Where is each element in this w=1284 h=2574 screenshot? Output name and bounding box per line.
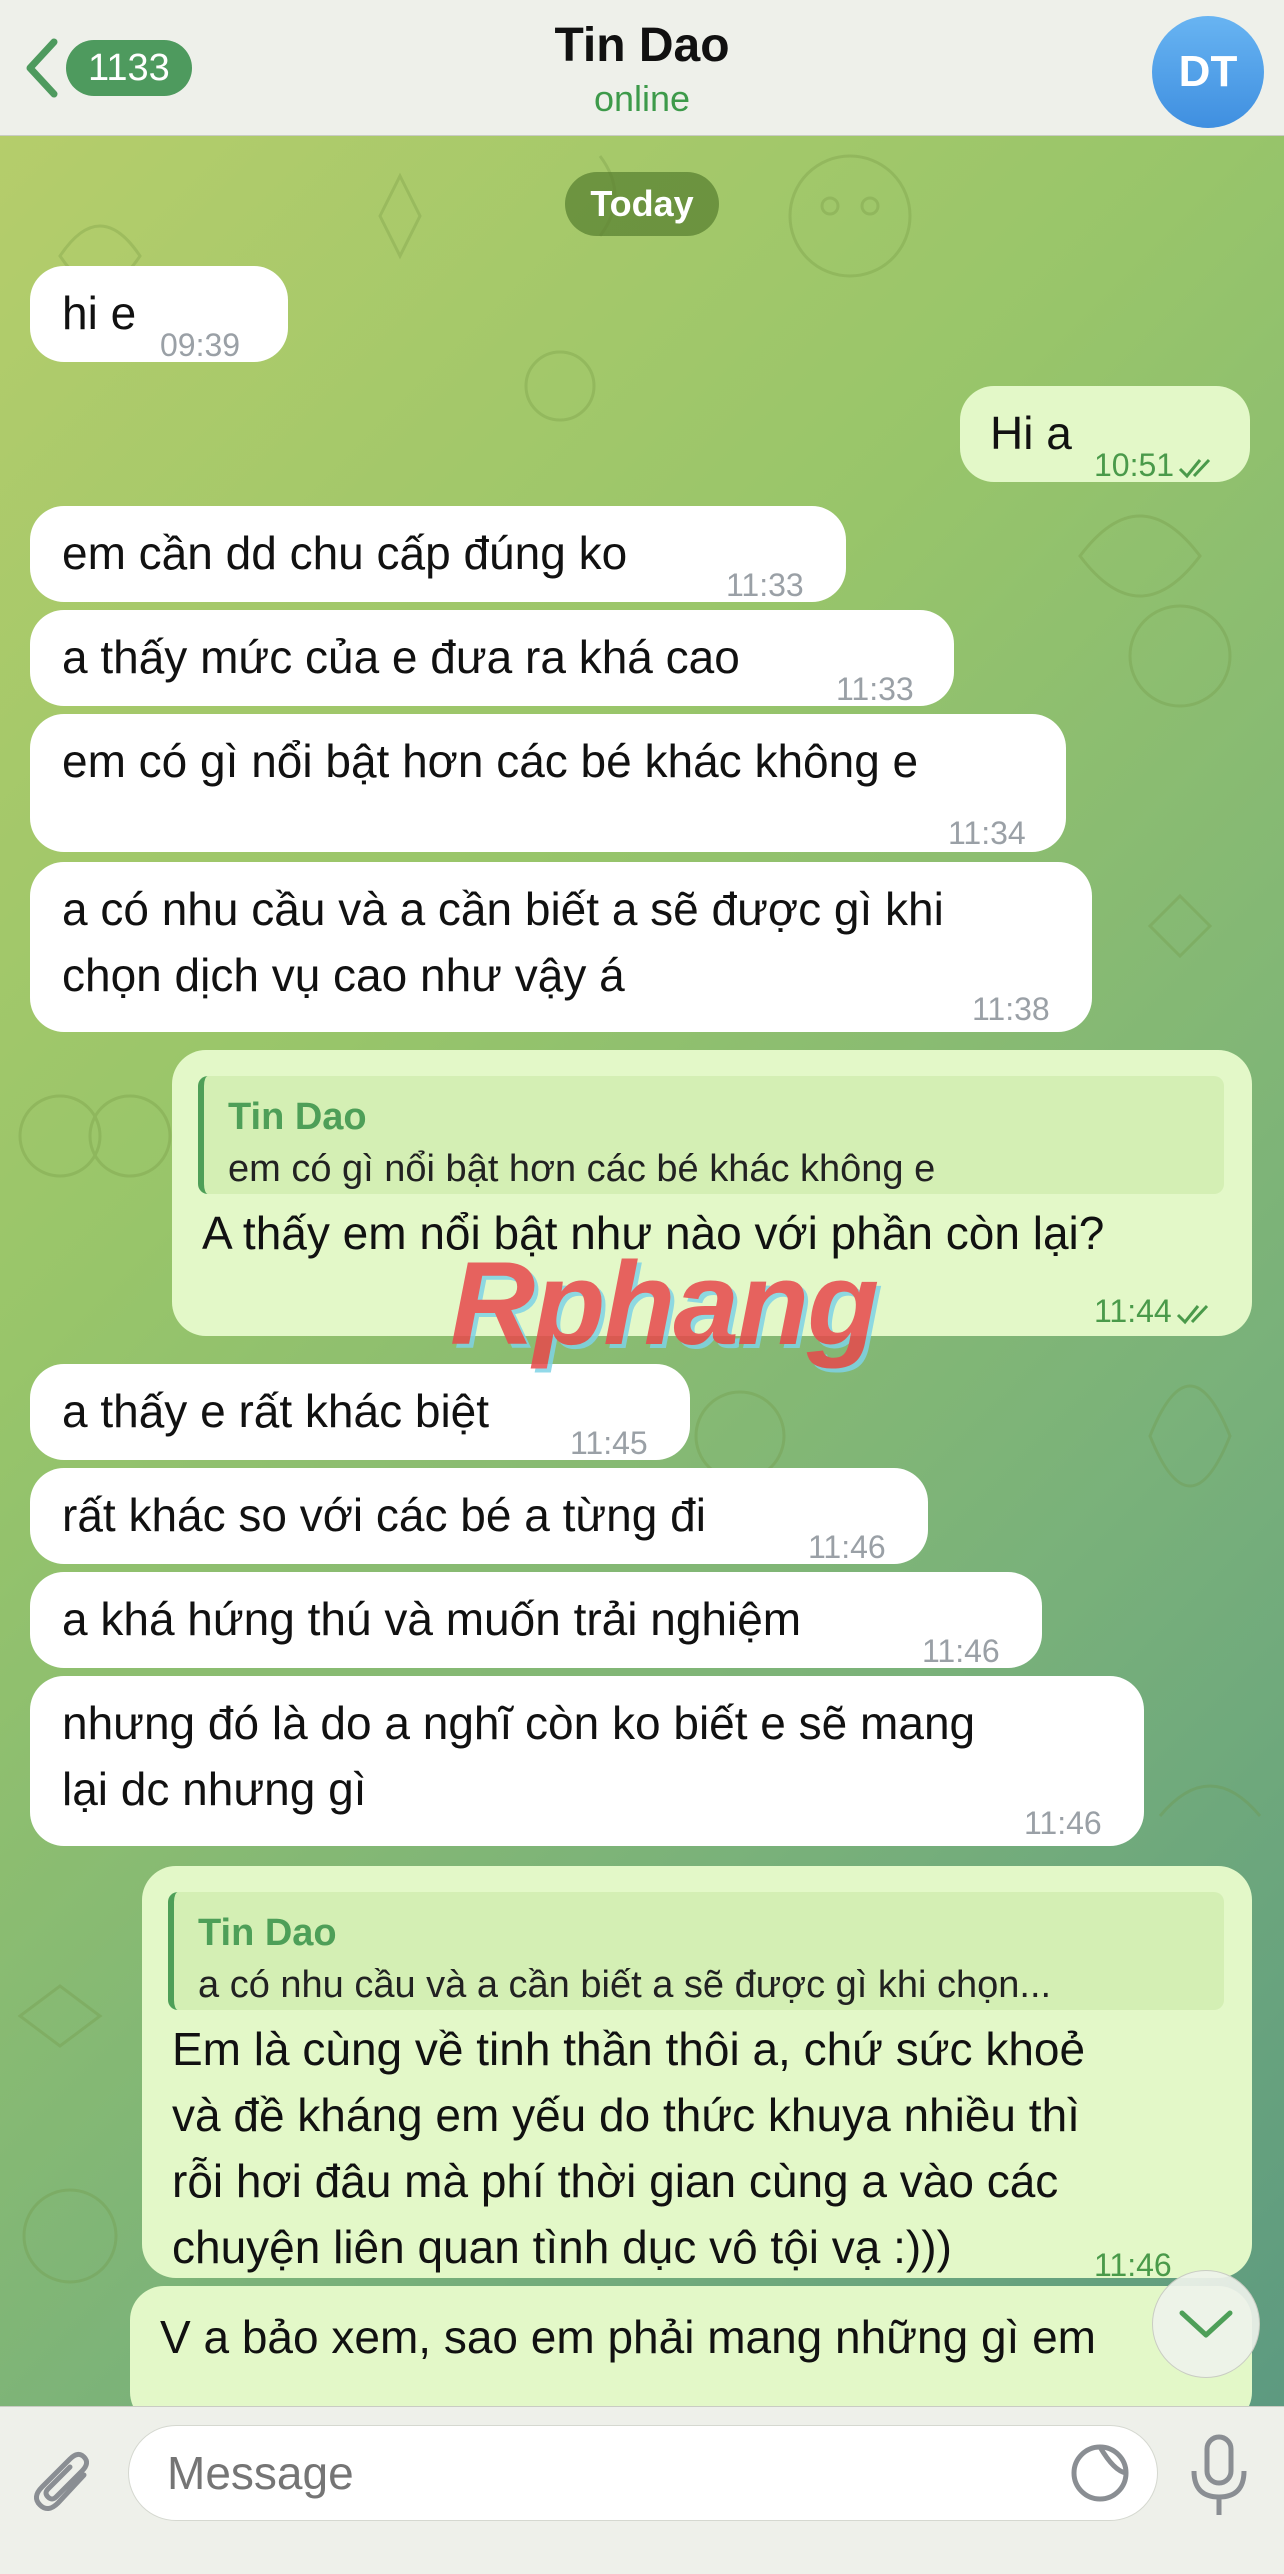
chat-title[interactable]: Tin Dao — [0, 18, 1284, 73]
watermark-logo: Rphang — [450, 1238, 879, 1370]
message-time: 11:34 — [948, 815, 1026, 851]
message-bubble-incoming[interactable]: a khá hứng thú và muốn trải nghiệm 11:46 — [30, 1572, 1042, 1669]
message-text: rất khác so với các bé a từng đi — [62, 1489, 706, 1541]
message-time: 11:46 — [1024, 1805, 1102, 1841]
message-time: 11:46 — [808, 1529, 886, 1565]
message-text-line: rỗi hơi đâu mà phí thời gian cùng a vào … — [172, 2155, 1059, 2207]
message-text-line: Em là cùng về tinh thần thôi a, chứ sức … — [172, 2023, 1086, 2075]
message-text: Hi a — [990, 407, 1072, 459]
message-time: 11:33 — [836, 671, 914, 707]
reply-quote[interactable]: Tin Dao a có nhu cầu và a cần biết a sẽ … — [168, 1892, 1224, 2010]
message-time: 09:39 — [160, 327, 241, 363]
message-time: 10:51 — [1094, 432, 1220, 498]
quote-text: a có nhu cầu và a cần biết a sẽ được gì … — [198, 1964, 1052, 2006]
message-bubble-incoming[interactable]: a thấy e rất khác biệt 11:45 — [30, 1364, 690, 1461]
message-text: em cần dd chu cấp đúng ko — [62, 527, 628, 579]
message-time: 11:46 — [922, 1633, 1000, 1669]
quote-text: em có gì nổi bật hơn các bé khác không e — [228, 1148, 936, 1190]
microphone-icon[interactable] — [1186, 2433, 1252, 2519]
message-list[interactable]: Today hi e 09:39 Hi a 10:51 em cần dd ch… — [0, 136, 1284, 2406]
scroll-to-bottom-button[interactable] — [1152, 2270, 1260, 2378]
message-bubble-outgoing[interactable]: Hi a 10:51 — [960, 386, 1250, 483]
read-checkmarks-icon — [1176, 1304, 1208, 1324]
message-text-line: a có nhu cầu và a cần biết a sẽ được gì … — [62, 883, 944, 935]
message-bubble-incoming[interactable]: a có nhu cầu và a cần biết a sẽ được gì … — [30, 862, 1092, 1032]
message-bubble-incoming[interactable]: nhưng đó là do a nghĩ còn ko biết e sẽ m… — [30, 1676, 1144, 1846]
avatar[interactable]: DT — [1152, 16, 1264, 128]
message-text: em có gì nổi bật hơn các bé khác không e — [62, 735, 919, 787]
message-text-line: chuyện liên quan tình dục vô tội vạ :))) — [172, 2221, 952, 2273]
message-bubble-incoming[interactable]: em cần dd chu cấp đúng ko 11:33 — [30, 506, 846, 603]
message-text: a khá hứng thú và muốn trải nghiệm — [62, 1593, 802, 1645]
chat-header: 1133 Tin Dao online DT — [0, 0, 1284, 136]
message-bubble-incoming[interactable]: hi e 09:39 — [30, 266, 288, 363]
chat-status: online — [593, 78, 691, 119]
message-text: hi e — [62, 287, 137, 339]
message-bubble-incoming[interactable]: em có gì nổi bật hơn các bé khác không e… — [30, 714, 1066, 852]
message-time: 11:38 — [972, 991, 1050, 1027]
message-text-line: chọn dịch vụ cao như vậy á — [62, 949, 625, 1001]
message-text-line: và đề kháng em yếu do thức khuya nhiều t… — [172, 2089, 1080, 2141]
message-time: 11:44 — [1094, 1278, 1218, 1344]
message-input[interactable] — [128, 2425, 1158, 2521]
message-time: 11:33 — [726, 567, 804, 603]
message-text: a thấy mức của e đưa ra khá cao — [62, 631, 740, 683]
message-bubble-incoming[interactable]: rất khác so với các bé a từng đi 11:46 — [30, 1468, 928, 1565]
reply-quote[interactable]: Tin Dao em có gì nổi bật hơn các bé khác… — [198, 1076, 1224, 1194]
message-text-line: nhưng đó là do a nghĩ còn ko biết e sẽ m… — [62, 1697, 976, 1749]
message-bubble-outgoing-reply[interactable]: Tin Dao a có nhu cầu và a cần biết a sẽ … — [142, 1866, 1252, 2283]
message-composer — [0, 2406, 1284, 2574]
paperclip-icon[interactable] — [30, 2445, 100, 2525]
sticker-icon[interactable] — [1068, 2441, 1132, 2505]
message-time: 11:45 — [570, 1425, 648, 1461]
date-separator: Today — [565, 172, 719, 236]
message-bubble-outgoing[interactable]: V a bảo xem, sao em phải mang những gì e… — [130, 2286, 1252, 2406]
message-text: V a bảo xem, sao em phải mang những gì e… — [160, 2311, 1096, 2363]
message-text: a thấy e rất khác biệt — [62, 1385, 490, 1437]
message-text-line: lại dc nhưng gì — [62, 1763, 367, 1815]
read-checkmarks-icon — [1179, 458, 1211, 478]
message-bubble-incoming[interactable]: a thấy mức của e đưa ra khá cao 11:33 — [30, 610, 954, 707]
chevron-down-icon — [1179, 2310, 1233, 2338]
